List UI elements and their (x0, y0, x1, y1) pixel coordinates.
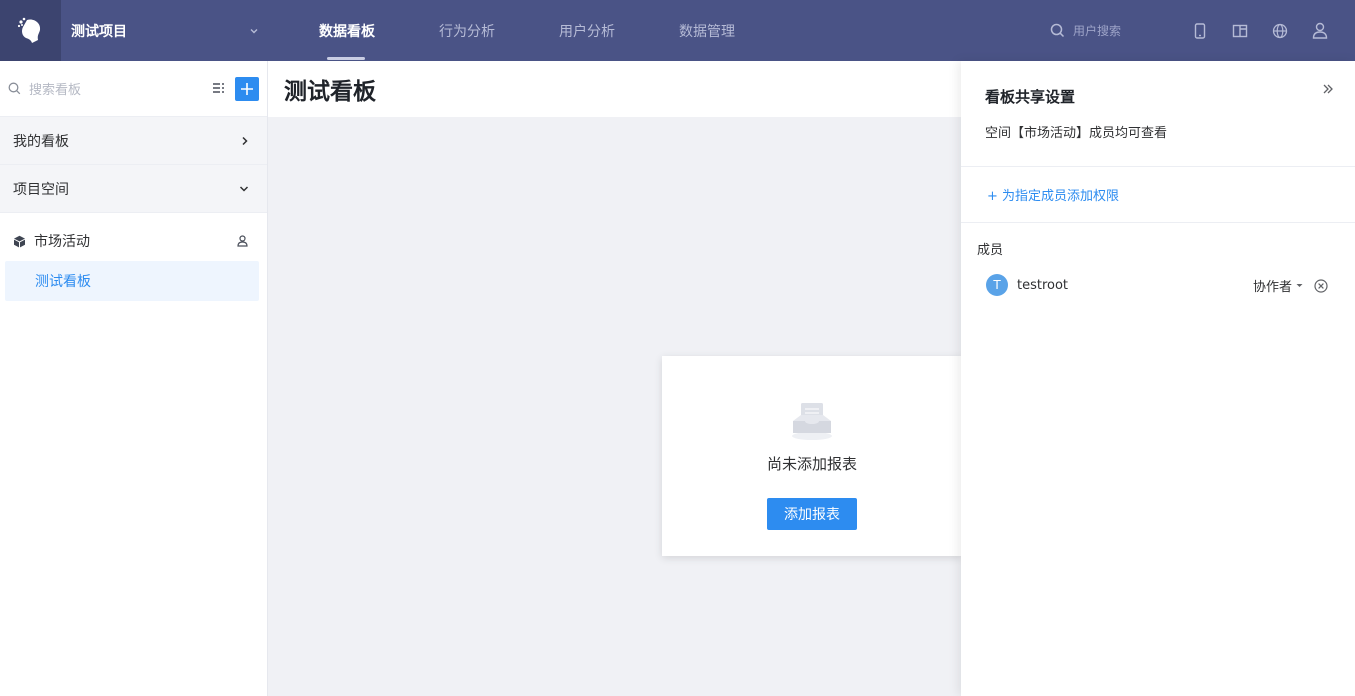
board-search[interactable]: 搜索看板 (0, 61, 267, 117)
role-dropdown[interactable]: 协作者 (1253, 276, 1303, 295)
space-name: 市场活动 (34, 234, 90, 250)
caret-down-icon (1296, 284, 1303, 287)
language-button[interactable] (1260, 11, 1300, 51)
account-button[interactable] (1300, 11, 1340, 51)
close-circle-icon (1314, 279, 1328, 293)
panel-title: 看板共享设置 (985, 88, 1076, 106)
board-item-test[interactable]: 测试看板 (5, 261, 259, 301)
layout-button[interactable] (1220, 11, 1260, 51)
mobile-icon (1194, 22, 1206, 39)
members-label: 成员 (977, 243, 1004, 258)
board-item-label: 测试看板 (35, 274, 91, 290)
share-settings-panel: 看板共享设置 空间【市场活动】成员均可查看 + 为指定成员添加权限 成员 T t… (961, 61, 1355, 696)
nav-behavior-analysis[interactable]: 行为分析 (407, 0, 527, 61)
project-space-label: 项目空间 (13, 181, 69, 198)
nav-data-board[interactable]: 数据看板 (287, 0, 407, 61)
user-icon (237, 235, 248, 247)
plus-icon (241, 83, 253, 95)
add-permission-link[interactable]: + 为指定成员添加权限 (987, 185, 1119, 204)
sidebar: 搜索看板 我的看板 项目空间 市场活动 测试看板 (0, 61, 268, 696)
empty-state-card: 尚未添加报表 添加报表 (662, 356, 962, 556)
inbox-icon (792, 403, 832, 440)
user-search[interactable]: 用户搜索 (1050, 0, 1121, 61)
search-icon (1050, 23, 1065, 38)
chevron-down-icon (250, 28, 258, 33)
panel-description: 空间【市场活动】成员均可查看 (985, 126, 1168, 141)
member-name: testroot (1017, 277, 1069, 293)
list-icon (213, 83, 224, 93)
top-icons (1180, 0, 1340, 61)
my-boards-section[interactable]: 我的看板 (0, 117, 267, 165)
space-market-activity[interactable]: 市场活动 (0, 221, 267, 261)
project-space-section[interactable]: 项目空间 (0, 165, 267, 213)
page-title: 测试看板 (268, 61, 968, 117)
cube-icon (14, 235, 25, 247)
nav-user-analysis[interactable]: 用户分析 (527, 0, 647, 61)
main-nav: 数据看板 行为分析 用户分析 数据管理 (287, 0, 767, 61)
project-name: 测试项目 (71, 23, 127, 40)
divider (961, 166, 1355, 167)
chevron-down-icon (239, 185, 249, 192)
collapse-panel-button[interactable] (1321, 81, 1337, 97)
logo-icon (17, 17, 40, 43)
add-board-button[interactable] (235, 77, 259, 101)
search-placeholder: 用户搜索 (1073, 24, 1122, 38)
avatar: T (986, 274, 1008, 296)
layout-icon (1232, 24, 1248, 37)
project-selector[interactable]: 测试项目 (61, 0, 267, 61)
board-search-placeholder: 搜索看板 (29, 83, 82, 98)
my-boards-label: 我的看板 (13, 133, 69, 150)
member-row: T testroot 协作者 (986, 274, 1341, 296)
logo[interactable] (0, 0, 61, 61)
search-icon (8, 82, 21, 95)
divider (961, 222, 1355, 223)
remove-member-button[interactable] (1314, 278, 1328, 297)
role-label: 协作者 (1253, 280, 1293, 295)
double-chevron-right-icon (1323, 84, 1333, 94)
globe-icon (1272, 23, 1288, 38)
list-view-button[interactable] (212, 80, 226, 99)
empty-state-text: 尚未添加报表 (766, 455, 857, 473)
user-icon (1312, 22, 1328, 39)
top-bar: 测试项目 数据看板 行为分析 用户分析 数据管理 用户搜索 (0, 0, 1355, 61)
add-report-button[interactable]: 添加报表 (767, 498, 857, 530)
chevron-right-icon (242, 136, 248, 145)
mobile-button[interactable] (1180, 11, 1220, 51)
nav-data-management[interactable]: 数据管理 (647, 0, 767, 61)
page-title-text: 测试看板 (284, 79, 376, 105)
